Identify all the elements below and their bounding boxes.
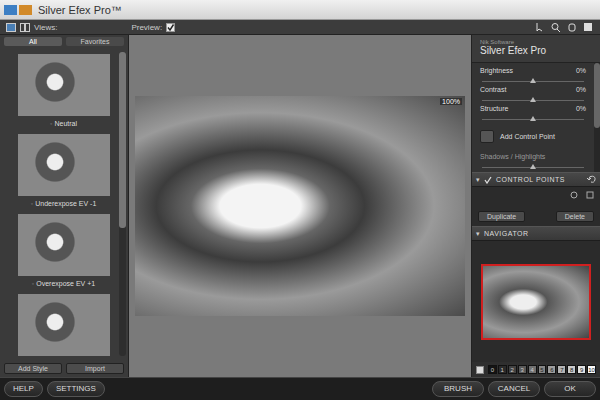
style-scrollbar[interactable] — [119, 52, 126, 356]
zone-box[interactable]: 6 — [547, 365, 556, 374]
control-point-button[interactable]: Delete — [556, 211, 594, 222]
zone-box[interactable]: 3 — [518, 365, 527, 374]
control-point-button[interactable]: Duplicate — [478, 211, 525, 222]
zone-row: 012345678910 — [472, 362, 600, 377]
slider-row: Brightness 0% — [480, 67, 586, 82]
navigator-thumbnail[interactable] — [481, 264, 591, 340]
slider-row: Contrast 0% — [480, 86, 586, 101]
styles-panel: All Favorites ◦Neutral ◦Underexpose EV -1… — [0, 35, 129, 377]
hand-icon[interactable] — [566, 22, 578, 32]
zone-box[interactable]: 2 — [508, 365, 517, 374]
slider-label: Structure — [480, 105, 508, 112]
panel-header: Nik Software Silver Efex Pro — [472, 35, 600, 63]
shadows-highlights-row: Shadows / Highlights — [480, 153, 586, 168]
slider-row: Structure 0% — [480, 105, 586, 120]
slider-label: Brightness — [480, 67, 513, 74]
bottom-button[interactable]: OK — [544, 381, 596, 397]
zone-toggle-icon[interactable] — [476, 366, 484, 374]
slider-thumb[interactable] — [530, 116, 536, 121]
control-points-header[interactable]: ▾ CONTROL POINTS — [472, 172, 600, 187]
preview-label: Preview: — [131, 23, 162, 32]
zoom-badge: 100% — [440, 98, 462, 105]
style-item[interactable]: ◦Overexpose EV +1 — [14, 214, 113, 290]
style-tab[interactable]: Favorites — [66, 37, 124, 46]
square-icon[interactable] — [586, 191, 594, 199]
style-thumbnail[interactable] — [18, 294, 110, 356]
navigator — [472, 241, 600, 362]
collapse-icon[interactable]: ▾ — [476, 230, 480, 238]
slider-thumb[interactable] — [530, 97, 536, 102]
style-tab[interactable]: All — [4, 37, 62, 46]
window-title: Silver Efex Pro™ — [38, 4, 122, 16]
views-label: Views: — [34, 23, 57, 32]
slider-track[interactable] — [482, 95, 584, 101]
style-label: ◦Underexpose EV -1 — [31, 196, 97, 210]
slider-track[interactable] — [482, 162, 584, 168]
style-thumbnail[interactable] — [18, 54, 110, 116]
bottom-button[interactable]: SETTINGS — [47, 381, 105, 397]
style-thumbnail[interactable] — [18, 134, 110, 196]
zone-box[interactable]: 0 — [488, 365, 497, 374]
zone-box[interactable]: 7 — [557, 365, 566, 374]
slider-thumb[interactable] — [530, 78, 536, 83]
zoom-icon[interactable] — [550, 22, 562, 32]
circle-icon[interactable] — [570, 191, 578, 199]
bottom-button[interactable]: BRUSH — [432, 381, 484, 397]
slider-reading: 0% — [576, 105, 586, 112]
style-item[interactable]: ◦Underexpose EV -1 — [14, 134, 113, 210]
control-points-list: Duplicate Delete — [472, 187, 600, 226]
zone-box[interactable]: 10 — [587, 365, 596, 374]
loupe-icon[interactable] — [582, 22, 594, 32]
add-control-point-label: Add Control Point — [500, 133, 555, 140]
add-control-point-button[interactable]: Add Control Point — [480, 124, 586, 149]
adjustments-panel: Nik Software Silver Efex Pro Brightness … — [471, 35, 600, 377]
style-tabs: All Favorites — [0, 35, 128, 48]
bottom-bar: HELPSETTINGS BRUSHCANCELOK — [0, 377, 600, 400]
product-label: Silver Efex Pro — [480, 45, 592, 56]
panel-scrollbar[interactable] — [594, 63, 600, 172]
style-button[interactable]: Add Style — [4, 363, 62, 374]
logo-icon — [4, 4, 32, 16]
title-bar: Silver Efex Pro™ — [0, 0, 600, 20]
toolbar: Views: Preview: — [0, 20, 600, 35]
style-item[interactable] — [14, 294, 113, 360]
zone-box[interactable]: 8 — [567, 365, 576, 374]
slider-label: Contrast — [480, 86, 506, 93]
slider-reading: 0% — [576, 86, 586, 93]
cursor-icon[interactable] — [534, 22, 546, 32]
control-point-icon — [480, 130, 494, 143]
bottom-button[interactable]: HELP — [4, 381, 43, 397]
slider-track[interactable] — [482, 76, 584, 82]
zone-box[interactable]: 9 — [577, 365, 586, 374]
section-title: CONTROL POINTS — [496, 176, 583, 183]
preview-area: 100% — [129, 35, 471, 377]
style-label: ◦Overexpose EV +1 — [32, 276, 95, 290]
check-icon[interactable] — [484, 176, 492, 184]
split-view-icon[interactable] — [20, 23, 30, 32]
slider-track[interactable] — [482, 114, 584, 120]
zone-box[interactable]: 5 — [538, 365, 547, 374]
single-view-icon[interactable] — [6, 23, 16, 32]
zone-box[interactable]: 1 — [498, 365, 507, 374]
style-list: ◦Neutral ◦Underexpose EV -1 ◦Overexpose … — [0, 48, 117, 360]
style-item[interactable]: ◦Neutral — [14, 54, 113, 130]
app-window: Silver Efex Pro™ Views: Preview: All Favo… — [0, 0, 600, 400]
section-title: NAVIGATOR — [484, 230, 596, 237]
slider-reading: 0% — [576, 67, 586, 74]
slider-label: Shadows / Highlights — [480, 153, 545, 160]
preview-checkbox[interactable] — [166, 23, 175, 32]
brand-label: Nik Software — [480, 39, 592, 45]
workspace: All Favorites ◦Neutral ◦Underexpose EV -1… — [0, 35, 600, 377]
zone-box[interactable]: 4 — [528, 365, 537, 374]
bottom-button[interactable]: CANCEL — [488, 381, 540, 397]
collapse-icon[interactable]: ▾ — [476, 176, 480, 184]
slider-thumb[interactable] — [530, 164, 536, 169]
style-thumbnail[interactable] — [18, 214, 110, 276]
reset-icon[interactable] — [587, 175, 596, 184]
style-label: ◦Neutral — [50, 116, 77, 130]
navigator-header[interactable]: ▾ NAVIGATOR — [472, 226, 600, 241]
style-button[interactable]: Import — [66, 363, 124, 374]
preview-image[interactable]: 100% — [135, 96, 465, 316]
